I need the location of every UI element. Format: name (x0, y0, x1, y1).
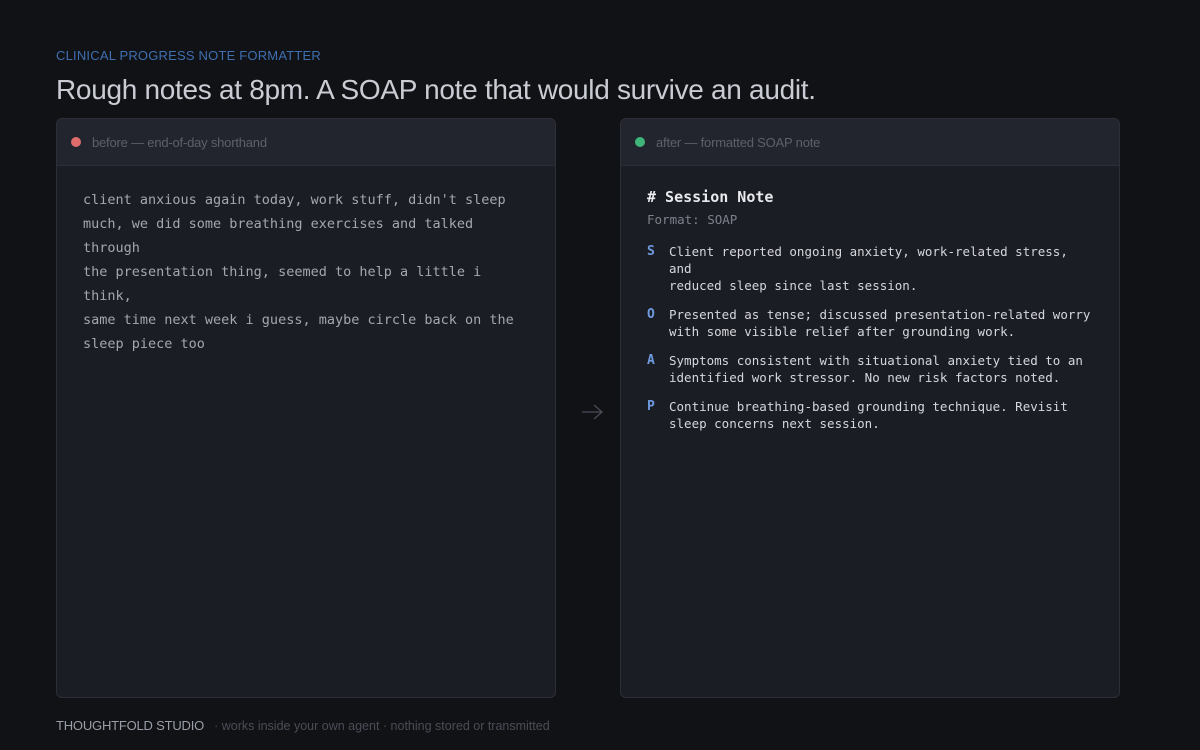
before-panel: before — end-of-day shorthand client anx… (56, 118, 556, 698)
soap-section-o: O Presented as tense; discussed presenta… (647, 306, 1093, 340)
after-panel-header: after — formatted SOAP note (621, 119, 1119, 166)
brand-name: THOUGHTFOLD STUDIO (56, 718, 205, 733)
soap-letter: S (647, 244, 655, 259)
note-format: Format: SOAP (647, 212, 738, 227)
before-panel-header: before — end-of-day shorthand (57, 119, 555, 166)
red-status-dot-icon (71, 137, 81, 147)
soap-text: Client reported ongoing anxiety, work-re… (669, 244, 1068, 293)
eyebrow-title: CLINICAL PROGRESS NOTE FORMATTER (56, 48, 321, 63)
green-status-dot-icon (635, 137, 645, 147)
soap-text: Symptoms consistent with situational anx… (669, 353, 1083, 385)
soap-letter: O (647, 307, 655, 322)
soap-section-a: A Symptoms consistent with situational a… (647, 352, 1093, 386)
raw-notes-text[interactable]: client anxious again today, work stuff, … (57, 166, 555, 356)
arrow-right-icon (582, 404, 603, 420)
soap-text: Continue breathing-based grounding techn… (669, 399, 1068, 431)
soap-text: Presented as tense; discussed presentati… (669, 307, 1091, 339)
soap-section-p: P Continue breathing-based grounding tec… (647, 398, 1093, 432)
footer: THOUGHTFOLD STUDIO · works inside your o… (56, 718, 550, 733)
before-panel-label: before — end-of-day shorthand (92, 134, 267, 150)
soap-letter: A (647, 353, 655, 368)
soap-note: # Session Note Format: SOAP S Client rep… (621, 166, 1119, 432)
soap-letter: P (647, 399, 655, 414)
soap-section-s: S Client reported ongoing anxiety, work-… (647, 243, 1093, 294)
page-headline: Rough notes at 8pm. A SOAP note that wou… (56, 74, 816, 105)
footer-tagline: · works inside your own agent · nothing … (214, 719, 550, 733)
note-title: # Session Note (647, 188, 774, 206)
after-panel: after — formatted SOAP note # Session No… (620, 118, 1120, 698)
after-panel-label: after — formatted SOAP note (656, 134, 821, 150)
